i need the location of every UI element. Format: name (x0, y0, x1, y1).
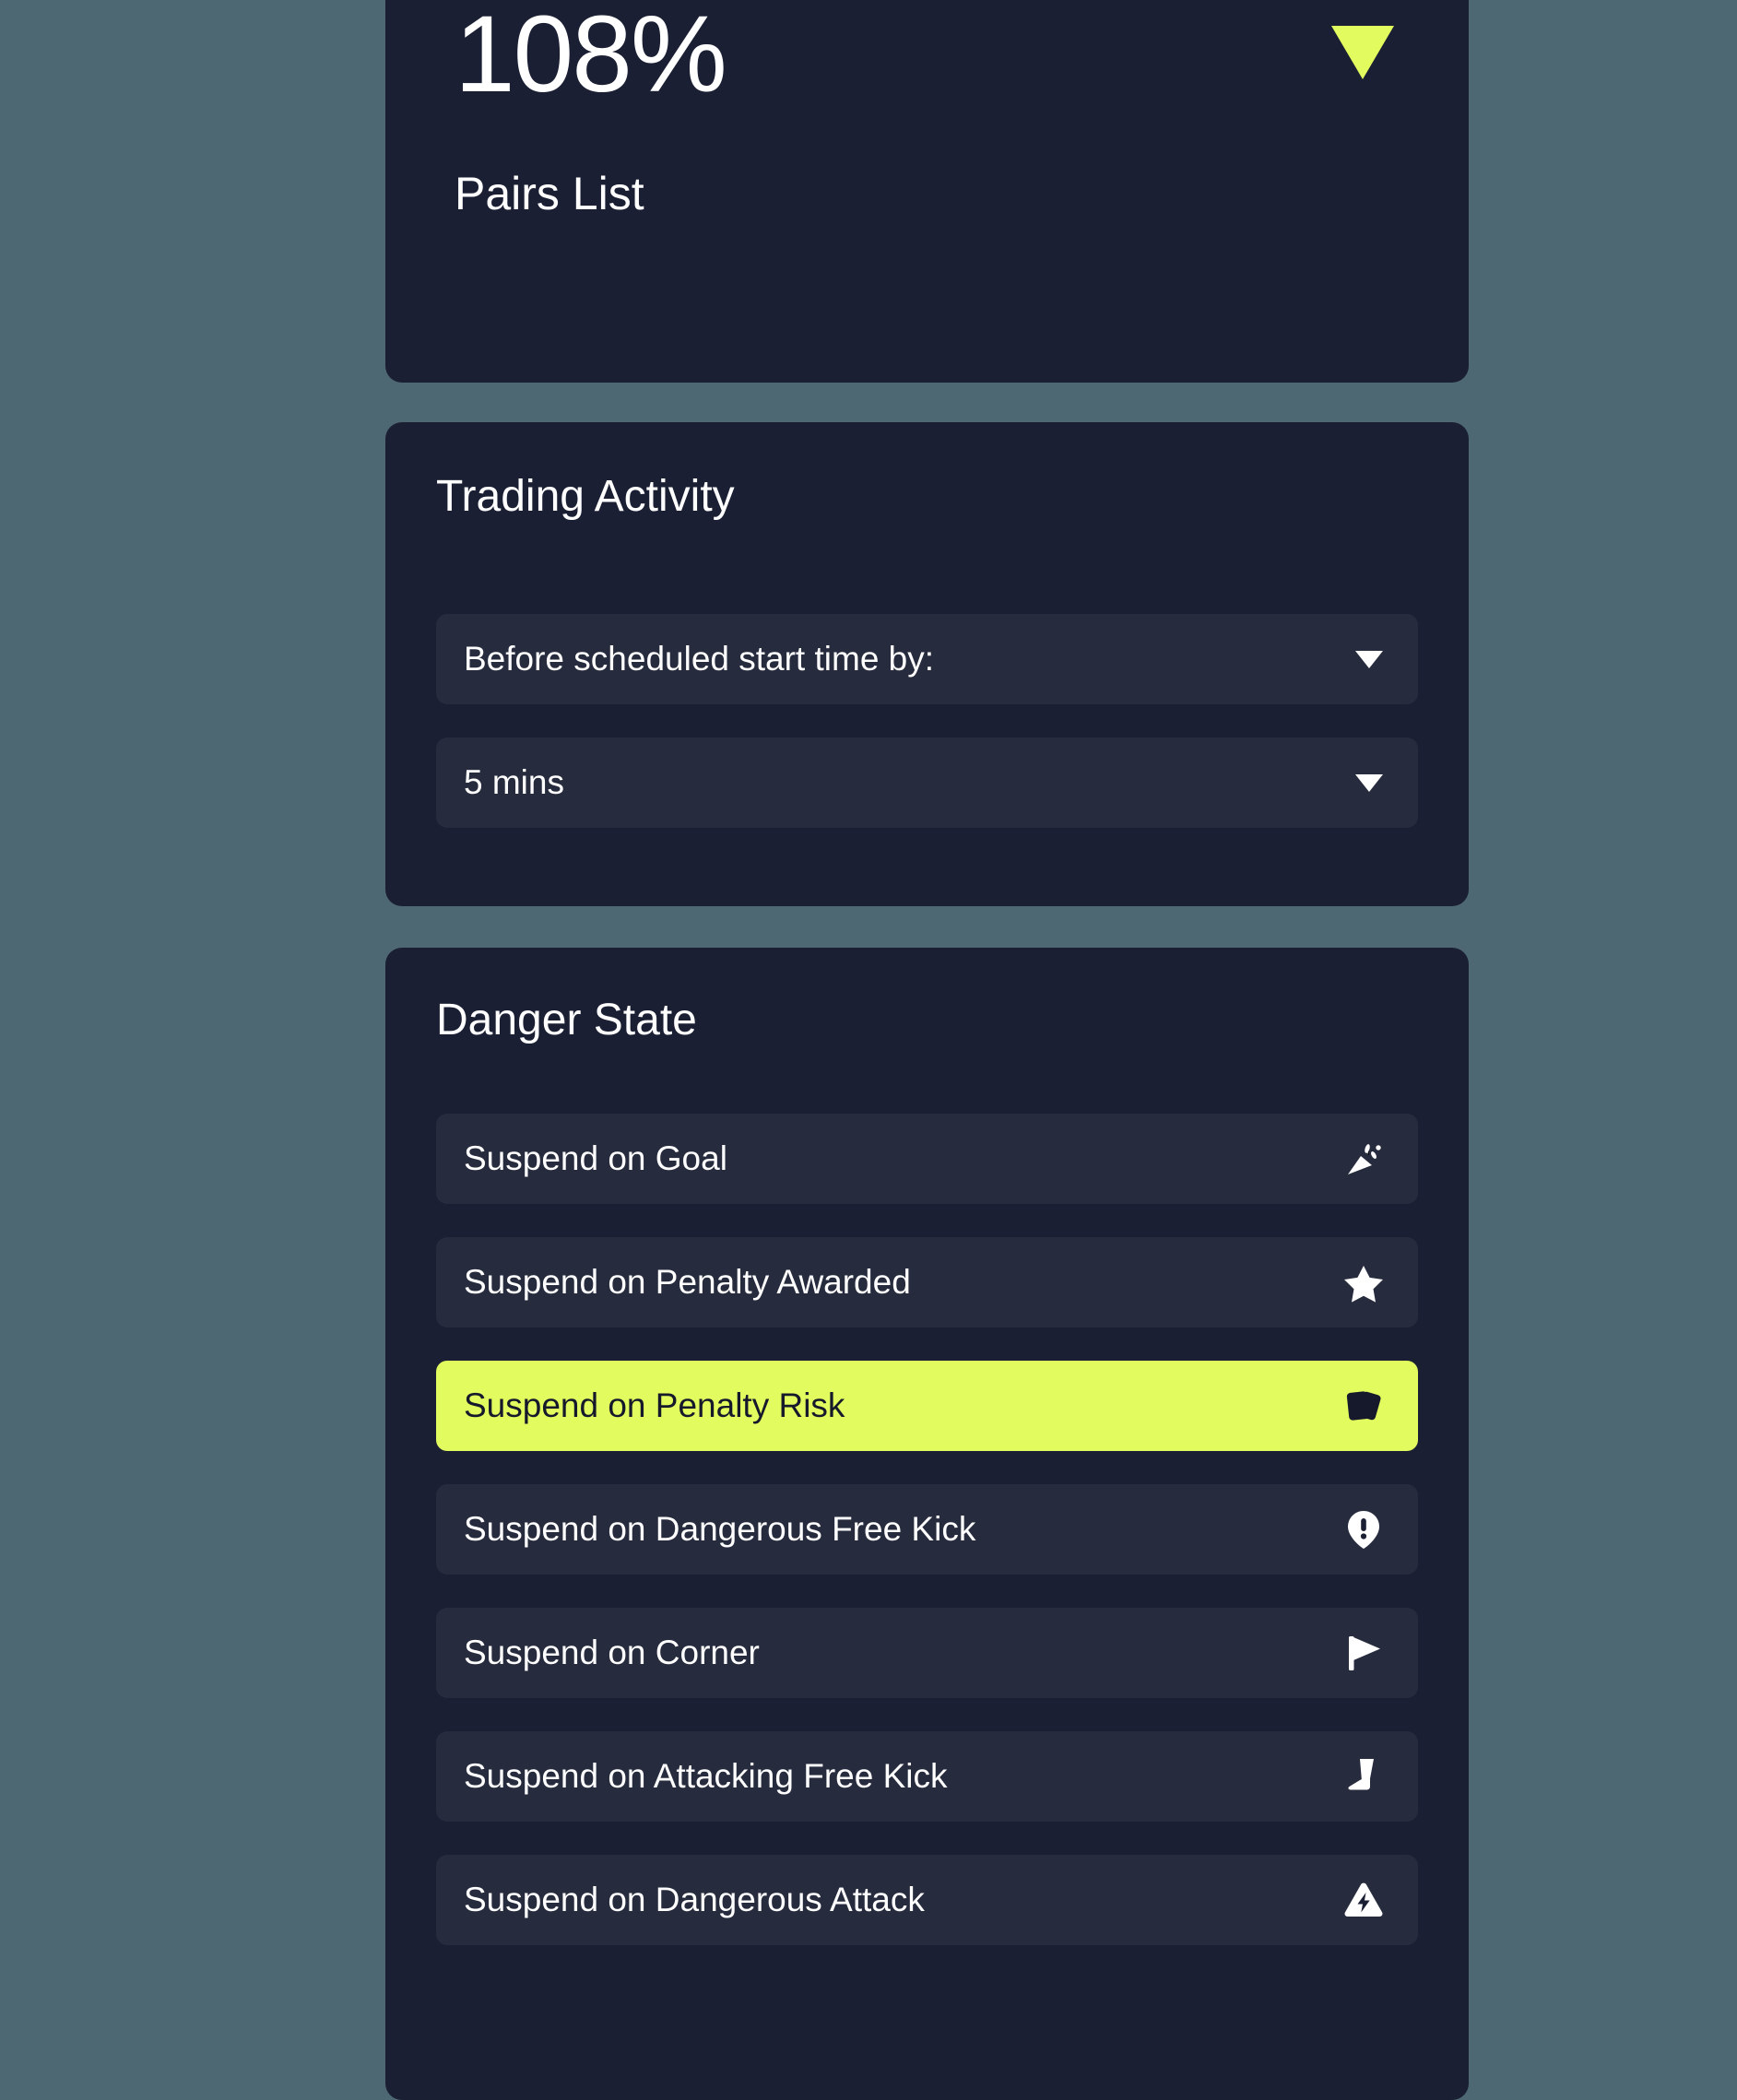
star-icon (1342, 1261, 1385, 1304)
danger-state-row-label: Suspend on Corner (464, 1634, 760, 1671)
danger-state-row-label: Suspend on Dangerous Attack (464, 1881, 925, 1918)
pairs-list-summary-card: 108% Pairs List (385, 0, 1469, 383)
trading-activity-title: Trading Activity (436, 472, 735, 521)
danger-state-row[interactable]: Suspend on Penalty Risk (436, 1361, 1418, 1451)
summary-label: Pairs List (455, 168, 644, 219)
danger-state-row[interactable]: Suspend on Dangerous Attack (436, 1855, 1418, 1945)
trend-down-icon (1331, 26, 1394, 79)
danger-state-row-label: Suspend on Goal (464, 1139, 727, 1177)
trigger-mode-value: Before scheduled start time by: (464, 640, 935, 678)
offset-value: 5 mins (464, 763, 564, 801)
danger-state-row-label: Suspend on Attacking Free Kick (464, 1757, 948, 1795)
summary-header-row: 108% (455, 0, 1400, 147)
party-popper-icon (1342, 1138, 1385, 1180)
boot-icon (1342, 1755, 1385, 1798)
danger-state-row[interactable]: Suspend on Attacking Free Kick (436, 1731, 1418, 1822)
danger-state-card: Danger State Suspend on Goal Suspend on P… (385, 948, 1469, 2100)
danger-state-row[interactable]: Suspend on Goal (436, 1114, 1418, 1204)
chevron-down-icon (1355, 773, 1383, 792)
danger-state-title: Danger State (436, 996, 697, 1044)
danger-state-row-label: Suspend on Penalty Awarded (464, 1263, 911, 1301)
trigger-mode-select[interactable]: Before scheduled start time by: (436, 614, 1418, 704)
chevron-down-icon (1355, 650, 1383, 668)
corner-flag-icon (1342, 1632, 1385, 1674)
app-root: 108% Pairs List Trading Activity Before … (0, 0, 1737, 2100)
offset-select[interactable]: 5 mins (436, 737, 1418, 828)
hazard-bolt-icon (1342, 1879, 1385, 1921)
trading-activity-card: Trading Activity Before scheduled start … (385, 422, 1469, 906)
danger-state-row-label: Suspend on Penalty Risk (464, 1386, 845, 1424)
cards-icon (1342, 1385, 1385, 1427)
danger-state-row[interactable]: Suspend on Penalty Awarded (436, 1237, 1418, 1327)
danger-state-list: Suspend on Goal Suspend on Penalty Awarde… (436, 1114, 1418, 1978)
danger-state-row[interactable]: Suspend on Dangerous Free Kick (436, 1484, 1418, 1575)
danger-state-row[interactable]: Suspend on Corner (436, 1608, 1418, 1698)
summary-value: 108% (455, 0, 727, 115)
alert-pin-icon (1342, 1508, 1385, 1551)
danger-state-row-label: Suspend on Dangerous Free Kick (464, 1510, 976, 1548)
